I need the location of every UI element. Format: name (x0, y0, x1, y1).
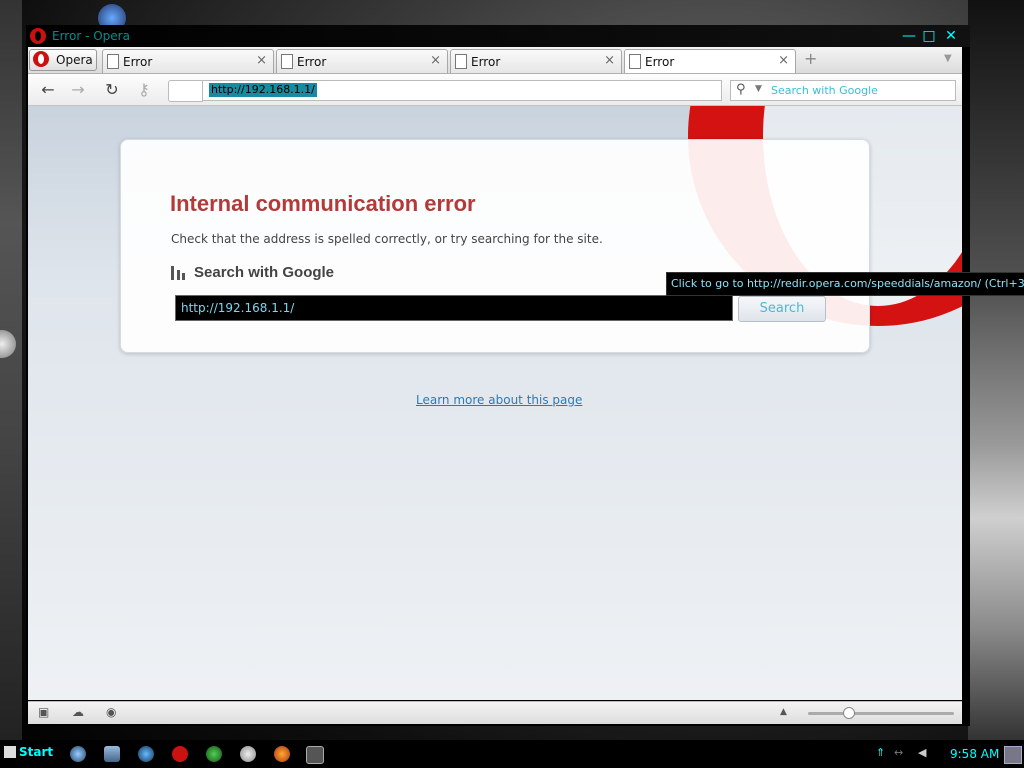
unite-icon[interactable]: ☁ (72, 706, 86, 718)
explorer-icon[interactable] (104, 746, 120, 762)
link-tooltip: Click to go to http://redir.opera.com/sp… (666, 272, 1024, 296)
back-button[interactable]: ← (38, 80, 58, 100)
firefox-icon[interactable] (274, 746, 290, 762)
navigation-bar: ← → ↻ ⚷ http://192.168.1.1/ ⚲ ▼ Search w… (28, 74, 962, 106)
page-icon (629, 54, 641, 69)
start-button[interactable]: Start (4, 745, 53, 763)
page-content: Internal communication error Check that … (28, 106, 962, 700)
page-icon (455, 54, 467, 69)
utorrent-icon[interactable] (206, 746, 222, 762)
tab-close-icon[interactable]: × (778, 53, 789, 68)
network-icon[interactable]: ↔ (894, 746, 903, 759)
page-icon (281, 54, 293, 69)
globe-icon[interactable] (70, 746, 86, 762)
tab-close-icon[interactable]: × (604, 53, 615, 68)
tab-label: Error (123, 55, 153, 69)
taskbar: Start ⇑ ↔ ◀ 9:58 AM (0, 740, 1024, 768)
search-heading: Search with Google (194, 264, 335, 281)
tab-active[interactable]: Error × (624, 49, 796, 73)
opera-logo-icon (30, 28, 46, 44)
maximize-button[interactable]: □ (920, 27, 938, 45)
volume-icon[interactable]: ◀ (918, 746, 926, 759)
search-field[interactable]: ⚲ ▼ Search with Google (730, 80, 956, 101)
tray-expand-icon[interactable]: ⇑ (876, 746, 885, 759)
app-icon[interactable] (306, 746, 324, 764)
tab[interactable]: Error × (450, 49, 622, 73)
media-icon[interactable] (240, 746, 256, 762)
site-badge[interactable] (168, 80, 203, 102)
view-options-icon[interactable]: ▲ (780, 706, 794, 718)
opera-taskbar-icon[interactable] (172, 746, 188, 762)
zoom-slider[interactable] (808, 712, 954, 715)
learn-more-link[interactable]: Learn more about this page (416, 393, 582, 407)
address-field[interactable]: http://192.168.1.1/ (202, 80, 722, 101)
tab[interactable]: Error × (276, 49, 448, 73)
tab-close-icon[interactable]: × (430, 53, 441, 68)
tab-label: Error (645, 55, 675, 69)
opera-menu-button[interactable]: Opera (29, 49, 97, 71)
browser-window: Error - Opera — □ ✕ Opera Error × Error … (26, 25, 970, 726)
close-button[interactable]: ✕ (942, 27, 960, 45)
page-search-input[interactable]: http://192.168.1.1/ (175, 295, 733, 321)
tab-label: Error (471, 55, 501, 69)
start-label: Start (19, 745, 54, 759)
tab[interactable]: Error × (102, 49, 274, 73)
search-engine-dropdown-icon[interactable]: ▼ (755, 84, 762, 94)
search-button[interactable]: Search (738, 296, 826, 322)
tab-label: Error (297, 55, 327, 69)
windows-flag-icon (4, 746, 16, 758)
error-card: Internal communication error Check that … (120, 139, 870, 353)
show-desktop-button[interactable] (1004, 746, 1022, 764)
error-description: Check that the address is spelled correc… (171, 232, 603, 246)
zoom-slider-thumb[interactable] (842, 707, 855, 719)
desktop-right (968, 0, 1024, 740)
reload-button[interactable]: ↻ (102, 80, 122, 100)
key-icon[interactable]: ⚷ (134, 80, 154, 100)
forward-button[interactable]: → (68, 80, 88, 100)
panel-toggle-icon[interactable]: ▣ (38, 706, 52, 718)
new-tab-button[interactable]: + (804, 51, 820, 67)
ie-icon[interactable] (138, 746, 154, 762)
title-bar[interactable]: Error - Opera — □ ✕ (26, 25, 970, 47)
page-search-value: http://192.168.1.1/ (181, 301, 295, 315)
error-title: Internal communication error (170, 191, 476, 216)
tab-close-icon[interactable]: × (256, 53, 267, 68)
opera-menu-label: Opera (56, 53, 93, 67)
tab-strip: Opera Error × Error × Error × Error × + … (28, 47, 962, 74)
desktop-left (0, 0, 22, 740)
tab-menu-button[interactable]: ▼ (944, 53, 952, 64)
opera-o-icon (33, 51, 49, 67)
window-title: Error - Opera (52, 29, 130, 43)
minimize-button[interactable]: — (900, 27, 918, 45)
search-engine-icon (171, 266, 188, 280)
address-url: http://192.168.1.1/ (209, 83, 317, 97)
clock[interactable]: 9:58 AM (950, 747, 999, 761)
page-icon (107, 54, 119, 69)
turbo-icon[interactable]: ◉ (106, 706, 120, 718)
search-icon: ⚲ (736, 82, 746, 97)
search-placeholder: Search with Google (771, 84, 878, 97)
status-bar: ▣ ☁ ◉ ▲ (28, 701, 962, 724)
